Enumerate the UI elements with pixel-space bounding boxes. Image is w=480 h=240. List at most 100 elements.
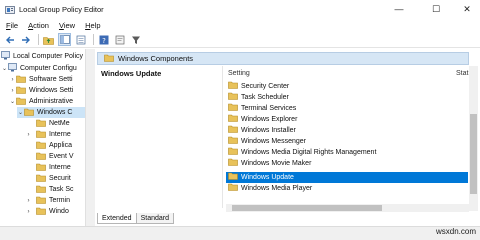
list-item-windows-media-player[interactable]: Windows Media Player <box>226 183 468 194</box>
minimize-button[interactable]: — <box>384 0 414 18</box>
tree-item-label: Software Setti <box>29 76 73 83</box>
list-item-windows-installer[interactable]: Windows Installer <box>226 125 468 136</box>
toolbar: ? <box>0 32 480 48</box>
status-bar <box>0 226 480 240</box>
tree-item-internet-information-services[interactable]: Interne <box>36 162 71 173</box>
group-policy-app-icon <box>5 5 15 15</box>
tree-item-label: Interne <box>49 164 71 171</box>
list-item-security-center[interactable]: Security Center <box>226 81 468 92</box>
back-arrow-icon <box>5 36 14 43</box>
back-button[interactable] <box>3 33 16 46</box>
tree-vertical-scrollbar[interactable] <box>85 49 93 227</box>
tree-item-label: Task Sc <box>49 186 74 193</box>
list-item-label: Task Scheduler <box>241 93 289 101</box>
toolbar-separator <box>38 34 39 45</box>
tree-item-netmeeting[interactable]: NetMe <box>36 118 70 129</box>
console-tree: Local Computer Policy ⌄ Computer Configu… <box>0 49 92 240</box>
folder-icon <box>36 196 46 206</box>
expand-arrow-icon[interactable]: › <box>25 209 32 215</box>
extended-view-title: Windows Update <box>101 69 162 78</box>
menu-file-label: ile <box>10 21 19 30</box>
view-tabs: Extended Standard <box>97 213 175 225</box>
properties-button[interactable] <box>113 33 126 46</box>
expand-arrow-icon[interactable]: › <box>25 132 32 138</box>
tree-item-windows-explorer[interactable]: › Windo <box>25 206 69 217</box>
extended-view-divider <box>222 66 223 208</box>
minimize-icon: — <box>394 4 404 14</box>
tree-item-internet-explorer[interactable]: › Interne <box>25 129 71 140</box>
show-hide-console-tree-button[interactable] <box>58 33 71 46</box>
list-item-label: Terminal Services <box>241 104 297 112</box>
collapse-arrow-icon[interactable]: ⌄ <box>17 109 24 116</box>
list-item-windows-movie-maker[interactable]: Windows Movie Maker <box>226 158 468 169</box>
close-button[interactable]: ✕ <box>452 0 480 18</box>
details-vertical-scrollbar[interactable] <box>469 66 478 211</box>
menu-help-label: elp <box>90 21 101 30</box>
tree-item-label: Windows Setti <box>29 87 74 94</box>
list-item-label: Windows Explorer <box>241 115 298 123</box>
list-item-windows-media-drm[interactable]: Windows Media Digital Rights Management <box>226 147 468 158</box>
maximize-button[interactable]: ☐ <box>421 0 451 18</box>
tree-item-windows-components[interactable]: ⌄ Windows C <box>17 107 92 118</box>
tree-item-windows-settings[interactable]: › Windows Setti <box>9 85 73 96</box>
list-item-windows-explorer[interactable]: Windows Explorer <box>226 114 468 125</box>
menu-help[interactable]: Help <box>85 21 100 30</box>
folder-icon <box>228 103 238 113</box>
up-one-level-button[interactable] <box>42 33 55 46</box>
tree-item-administrative-templates[interactable]: ⌄ Administrative <box>9 96 73 107</box>
folder-icon <box>16 75 26 85</box>
column-header-setting[interactable]: Setting <box>228 70 250 77</box>
list-item-windows-messenger[interactable]: Windows Messenger <box>226 136 468 147</box>
collapse-arrow-icon[interactable]: ⌄ <box>9 98 16 105</box>
help-icon: ? <box>99 35 108 45</box>
list-item-windows-update[interactable]: Windows Update <box>226 172 468 183</box>
list-item-label: Windows Media Player <box>241 184 313 192</box>
tree-item-label: Interne <box>49 131 71 138</box>
details-horizontal-scrollbar[interactable] <box>226 204 469 212</box>
list-item-label: Windows Media Digital Rights Management <box>241 148 377 156</box>
computer-config-icon <box>8 63 17 74</box>
folder-icon <box>228 183 238 193</box>
folder-icon <box>228 125 238 135</box>
tree-item-local-computer-policy[interactable]: Local Computer Policy <box>1 51 83 62</box>
folder-icon <box>228 81 238 91</box>
scrollbar-thumb[interactable] <box>232 205 382 211</box>
menu-action[interactable]: Action <box>28 21 49 30</box>
tree-item-application-compatibility[interactable]: Applica <box>36 140 72 151</box>
folder-icon <box>36 207 46 217</box>
tree-item-computer-configuration[interactable]: ⌄ Computer Configu <box>1 63 77 74</box>
tree-item-label: Securit <box>49 175 71 182</box>
title-bar: Local Group Policy Editor — ☐ ✕ <box>0 0 480 20</box>
help-button[interactable]: ? <box>97 33 110 46</box>
tab-standard[interactable]: Standard <box>135 213 175 224</box>
column-header-state[interactable]: Stat <box>456 70 468 77</box>
show-hide-tree-icon <box>59 35 70 44</box>
expand-arrow-icon[interactable]: › <box>9 88 16 94</box>
forward-button[interactable] <box>19 33 32 46</box>
menu-view[interactable]: View <box>59 21 75 30</box>
tree-item-security-center[interactable]: Securit <box>36 173 71 184</box>
menu-file[interactable]: File <box>6 21 18 30</box>
folder-icon <box>228 172 238 182</box>
list-item-terminal-services[interactable]: Terminal Services <box>226 103 468 114</box>
collapse-arrow-icon[interactable]: ⌄ <box>1 65 8 72</box>
tab-extended[interactable]: Extended <box>97 213 137 224</box>
folder-icon <box>104 54 114 64</box>
expand-arrow-icon[interactable]: › <box>9 77 16 83</box>
export-list-button[interactable] <box>74 33 87 46</box>
tree-item-terminal-services[interactable]: › Termin <box>25 195 70 206</box>
close-icon: ✕ <box>463 3 471 14</box>
scrollbar-thumb[interactable] <box>470 114 477 194</box>
folder-icon <box>16 86 26 96</box>
folder-icon <box>228 114 238 124</box>
svg-text:?: ? <box>102 37 106 45</box>
filter-button[interactable] <box>129 33 142 46</box>
folder-icon <box>36 174 46 184</box>
window-title: Local Group Policy Editor <box>19 5 104 14</box>
tree-item-label: Windo <box>49 208 69 215</box>
tree-item-task-scheduler[interactable]: Task Sc <box>36 184 74 195</box>
tree-item-software-settings[interactable]: › Software Setti <box>9 74 73 85</box>
expand-arrow-icon[interactable]: › <box>25 198 32 204</box>
list-item-task-scheduler[interactable]: Task Scheduler <box>226 92 468 103</box>
tree-item-event-viewer[interactable]: Event V <box>36 151 74 162</box>
